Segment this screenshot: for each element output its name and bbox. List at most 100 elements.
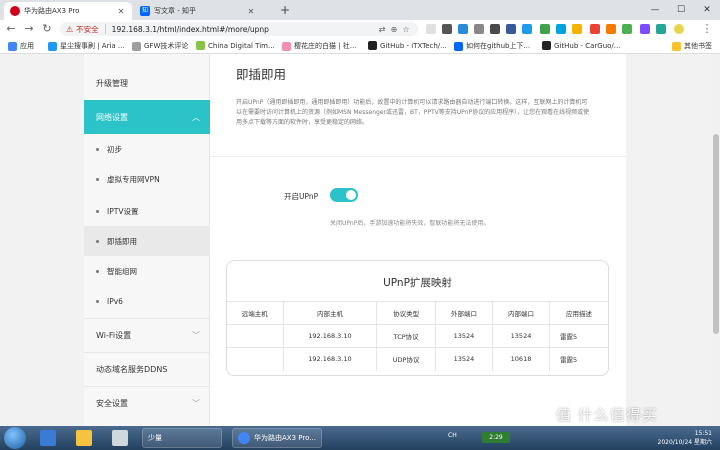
sidebar-item-upgrade[interactable]: 升级管理 [84, 72, 210, 96]
system-clock[interactable]: 15:51 2020/10/24 星期六 [646, 429, 713, 447]
omnibox-divider [104, 24, 106, 34]
computer-icon[interactable] [112, 430, 128, 446]
bookmark-label: GFW技术评论 [144, 42, 189, 50]
table-cell: 192.168.3.10 [282, 324, 377, 348]
close-window-button[interactable]: ✕ [694, 0, 720, 20]
sidebar-subitem-label: 初步 [107, 144, 122, 154]
bookmark-favicon-icon [282, 41, 291, 51]
tab-huawei-router[interactable]: 华为路由AX3 Pro ✕ [4, 2, 132, 20]
table-cell: TCP协议 [376, 324, 436, 348]
zhihu-favicon-icon: 知 [140, 6, 150, 16]
upnp-toggle-label: 开启UPnP [284, 192, 319, 201]
back-arrow-icon[interactable]: ← [4, 22, 18, 36]
start-button[interactable] [4, 427, 26, 449]
browser-toolbar: ← → ↻ ⚠ 不安全 192.168.3.1/html/index.html#… [0, 20, 720, 38]
taskbar-chrome-button[interactable]: 华为路由AX3 Pro... [232, 428, 322, 448]
sidebar-group-label: 动态域名服务DDNS [96, 365, 168, 374]
upnp-mapping-card: UPnP扩展映射 远端主机 内部主机 协议类型 外部端口 内部端口 应用描述 1… [226, 260, 609, 376]
address-bar[interactable]: ⚠ 不安全 192.168.3.1/html/index.html#/more/… [60, 22, 418, 36]
bullet-icon [96, 209, 99, 213]
bookmark-item[interactable]: China Digital Tim... [196, 41, 275, 50]
zoom-icon[interactable]: ⊕ [388, 25, 400, 34]
desktop-icon[interactable] [40, 430, 56, 446]
extension-ip-icon[interactable] [490, 24, 500, 34]
taskbar-app-label: 华为路由AX3 Pro... [254, 434, 316, 442]
bullet-icon [96, 147, 99, 151]
minimize-button[interactable]: — [642, 0, 668, 20]
translate-icon[interactable]: ⇄ [376, 25, 388, 34]
extension-glasses-icon[interactable] [442, 24, 452, 34]
table-row: 192.168.3.10 TCP协议 13524 13524 雷霆5 [227, 324, 608, 348]
explorer-folder-icon[interactable] [76, 430, 92, 446]
sidebar-group-label: 安全设置 [96, 399, 128, 408]
sidebar-subitem-ipv6[interactable]: IPv6 [84, 286, 210, 316]
tab-title: 华为路由AX3 Pro [24, 7, 80, 15]
mapping-title: UPnP扩展映射 [383, 277, 452, 289]
table-cell [227, 324, 283, 348]
extension-red-icon[interactable] [590, 24, 600, 34]
upnp-toggle-switch[interactable] [330, 188, 358, 202]
bookmark-star-icon[interactable]: ☆ [400, 25, 412, 34]
sidebar-group-wifi[interactable]: Wi-Fi设置 ﹀ [84, 318, 210, 352]
toggle-knob [346, 190, 356, 200]
sidebar-subitem-label: 即插即用 [107, 236, 137, 246]
taskbar-app-button[interactable]: 少量 [142, 428, 222, 448]
table-cell [227, 347, 283, 371]
insecure-label: 不安全 [76, 24, 99, 34]
extension-js-icon[interactable] [506, 24, 516, 34]
sidebar-subitem-label: IPTV设置 [107, 206, 139, 216]
bookmark-item[interactable]: 如何在github上下... [454, 41, 530, 51]
page-title: 即插即用 [236, 67, 287, 82]
maximize-button[interactable]: ☐ [668, 0, 694, 20]
extension-orange-icon[interactable] [606, 24, 616, 34]
bookmark-item[interactable]: GFW技术评论 [132, 41, 188, 51]
taskbar-app-label: 少量 [148, 434, 162, 442]
sidebar-subitem-upnp[interactable]: 即插即用 [84, 226, 210, 256]
sidebar-section-network[interactable]: 网络设置 ︿ [84, 100, 210, 134]
extension-purple-icon[interactable] [640, 24, 650, 34]
battery-indicator[interactable]: 2:29 [482, 432, 510, 443]
extension-new-icon[interactable] [458, 24, 468, 34]
bookmark-item[interactable]: GitHub - CarGuo/... [542, 41, 620, 50]
sidebar-group-ddns[interactable]: 动态域名服务DDNS [84, 352, 210, 386]
bookmark-item[interactable]: GitHub - iTXTech/... [368, 41, 447, 50]
bookmark-apps[interactable]: 应用 [8, 41, 34, 51]
sidebar-subitem-vpn[interactable]: 虚拟专用网VPN [84, 164, 210, 194]
reload-icon[interactable]: ↻ [40, 22, 54, 36]
github-icon [368, 41, 377, 50]
profile-avatar[interactable] [674, 24, 684, 34]
sidebar-group-security[interactable]: 安全设置 ﹀ [84, 386, 210, 420]
sidebar-subitem-mesh[interactable]: 智能组网 [84, 256, 210, 286]
sidebar-subitem-label: 虚拟专用网VPN [107, 174, 160, 184]
extension-green-icon[interactable] [540, 24, 550, 34]
bookmark-other[interactable]: 其他书签 [672, 41, 712, 51]
extension-blue-icon[interactable] [556, 24, 566, 34]
bullet-icon [96, 177, 99, 181]
clock-time: 15:51 [694, 430, 712, 437]
tab-close-icon[interactable]: ✕ [246, 7, 256, 16]
scrollbar-thumb[interactable] [713, 134, 719, 334]
bookmark-item[interactable]: 樱花庄的白猫 | 社... [282, 41, 356, 51]
extension-download-icon[interactable] [474, 24, 484, 34]
table-cell: 13524 [491, 324, 550, 348]
tab-close-icon[interactable]: ✕ [116, 7, 126, 16]
extension-twitter-icon[interactable] [522, 24, 532, 34]
section-divider [210, 156, 626, 157]
page-scrollbar[interactable] [712, 54, 720, 426]
extension-check-icon[interactable] [426, 24, 436, 34]
extension-refresh-icon[interactable] [622, 24, 632, 34]
forward-arrow-icon[interactable]: → [22, 22, 36, 36]
input-method-indicator[interactable]: CH [448, 432, 457, 439]
url-text[interactable]: 192.168.3.1/html/index.html#/more/upnp [112, 25, 376, 34]
extension-yellow-icon[interactable] [572, 24, 582, 34]
new-tab-button[interactable]: + [280, 3, 290, 17]
menu-dots-icon[interactable]: ⋮ [700, 22, 714, 36]
tab-zhihu-write[interactable]: 知 写文章 - 知乎 ✕ [134, 2, 262, 20]
sidebar-subitem-basic[interactable]: 初步 [84, 134, 210, 164]
extension-teal-icon[interactable] [656, 24, 666, 34]
table-cell: 雷霆5 [549, 324, 608, 348]
table-row: 192.168.3.10 UDP协议 13524 10618 雷霆5 [227, 347, 608, 371]
sidebar-subitem-iptv[interactable]: IPTV设置 [84, 196, 210, 226]
bookmark-item[interactable]: 星尘搜事刷 | Aria ... [48, 41, 125, 51]
chevron-up-icon: ︿ [192, 112, 200, 122]
